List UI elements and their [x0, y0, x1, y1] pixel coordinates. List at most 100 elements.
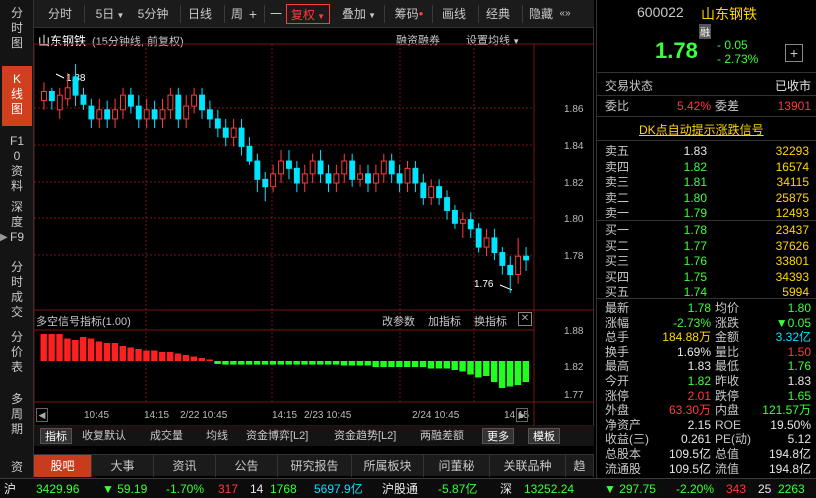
- stat-label: 量比: [715, 344, 740, 359]
- stat-value: 121.57万: [762, 403, 811, 418]
- signal-link[interactable]: DK点自动提示涨跌信号: [639, 121, 764, 138]
- tab-events[interactable]: 大事: [92, 455, 154, 477]
- zoom-in-button[interactable]: +: [244, 4, 262, 24]
- ask-row[interactable]: 卖二 1.80 25875: [597, 190, 816, 206]
- overlay-dropdown[interactable]: 叠加 ▼: [338, 4, 380, 24]
- level-volume: 37626: [775, 238, 809, 253]
- indicator-bar: [459, 361, 466, 372]
- sz-change: ▼ 297.75: [604, 482, 656, 496]
- stat-label: ROE: [715, 417, 742, 432]
- tab-volume[interactable]: 成交量: [150, 428, 183, 444]
- candle-body: [222, 127, 229, 138]
- draw-line-button[interactable]: 画线: [438, 4, 470, 24]
- tab-indicator[interactable]: 指标: [40, 428, 72, 444]
- tab-margin-diff[interactable]: 两融差额: [420, 428, 464, 444]
- add-indicator-button[interactable]: 加指标: [428, 313, 461, 329]
- indicator-bar: [317, 361, 324, 365]
- hgt-label[interactable]: 沪股通: [382, 481, 418, 497]
- tab-week[interactable]: 周: [230, 4, 244, 24]
- bid-row[interactable]: 买二 1.77 37626: [597, 238, 816, 254]
- candle-body: [72, 76, 79, 96]
- candle-body: [88, 105, 95, 120]
- chips-button[interactable]: 筹码●: [390, 4, 428, 24]
- sidebar-item-fund[interactable]: 资: [2, 460, 32, 476]
- tab-research[interactable]: 研究报告: [278, 455, 352, 477]
- candle-body: [404, 167, 411, 184]
- edit-params-button[interactable]: 改参数: [382, 313, 415, 329]
- tab-guba[interactable]: 股吧: [34, 455, 92, 477]
- indicator-bar: [498, 361, 506, 388]
- toolbar-divider: [180, 5, 181, 23]
- tab-announcements[interactable]: 公告: [216, 455, 278, 477]
- zoom-out-button[interactable]: 一: [268, 4, 284, 24]
- ask-row[interactable]: 卖五 1.83 32293: [597, 143, 816, 159]
- tab-fund-game[interactable]: 资金博弈[L2]: [246, 428, 308, 444]
- tab-day[interactable]: 日线: [184, 4, 216, 24]
- tab-trend[interactable]: 趋: [566, 455, 594, 477]
- sz-up-count: 343: [726, 482, 747, 496]
- candle-body: [80, 94, 87, 105]
- collapse-arrow-icon[interactable]: ▶: [0, 232, 8, 248]
- classic-button[interactable]: 经典: [482, 4, 514, 24]
- bid-row[interactable]: 买三 1.76 33801: [597, 253, 816, 269]
- tab-news[interactable]: 资讯: [154, 455, 216, 477]
- hide-button[interactable]: 隐藏: [526, 4, 556, 24]
- sidebar-item-multi-period[interactable]: 多周期: [2, 392, 32, 444]
- indicator-bar: [419, 361, 427, 367]
- indicator-bar: [182, 355, 190, 361]
- stat-value: ▼0.05: [775, 315, 811, 330]
- indicator-bar: [245, 361, 253, 365]
- tab-fenshi[interactable]: 分时: [44, 4, 76, 24]
- ask-row[interactable]: 卖三 1.81 34115: [597, 174, 816, 190]
- indicator-bar: [411, 361, 419, 367]
- high-marker-line: [55, 73, 65, 79]
- indicator-bar: [404, 361, 411, 367]
- sidebar-item-price-table[interactable]: 分价表: [2, 330, 32, 382]
- indicator-bar: [372, 361, 379, 367]
- sidebar-item-fenshi[interactable]: 分时图: [2, 6, 32, 58]
- indicator-bar: [214, 361, 221, 364]
- tab-restore-default[interactable]: 收复默认: [82, 428, 126, 444]
- indicator-bar: [56, 334, 63, 361]
- tab-fund-trend[interactable]: 资金趋势[L2]: [334, 428, 396, 444]
- template-button[interactable]: 模板: [528, 428, 560, 444]
- level-price: 1.75: [683, 269, 707, 284]
- sidebar-item-trades[interactable]: 分时成交: [2, 260, 32, 320]
- stat-label: 涨幅: [605, 315, 630, 330]
- switch-indicator-button[interactable]: 换指标: [474, 313, 507, 329]
- ask-row[interactable]: 卖四 1.82 16574: [597, 159, 816, 175]
- candle-body: [254, 160, 261, 180]
- sidebar-item-f10[interactable]: F10资料: [2, 134, 32, 193]
- stat-row: 外盘 63.30万 内盘 121.57万: [597, 402, 816, 418]
- bid-row[interactable]: 买一 1.78 23437: [597, 222, 816, 238]
- tab-related[interactable]: 关联品种: [490, 455, 566, 477]
- stat-row: 涨停 2.01 跌停 1.65: [597, 388, 816, 404]
- close-indicator-icon[interactable]: ✕: [518, 312, 532, 326]
- stat-value: 63.30万: [668, 403, 711, 418]
- stat-label: 内盘: [715, 403, 740, 418]
- ask-row[interactable]: 卖一 1.79 12493: [597, 205, 816, 221]
- indicator-bar: [427, 361, 435, 369]
- bid-row[interactable]: 买四 1.75 34393: [597, 269, 816, 285]
- price-tick-label: 1.84: [564, 141, 584, 152]
- sidebar-item-kline[interactable]: K线图: [2, 66, 32, 126]
- more-button[interactable]: 更多: [482, 428, 514, 444]
- scroll-right-icon[interactable]: ▶: [516, 408, 528, 422]
- time-label: 14:15: [144, 410, 169, 421]
- kline-chart-area[interactable]: 山东钢铁 (15分钟线, 前复权) 融资融券 设置均线 ▼ 1.86 1.84 …: [34, 28, 594, 426]
- tab-ma[interactable]: 均线: [206, 428, 228, 444]
- expand-icon[interactable]: «»: [558, 4, 572, 24]
- scroll-left-icon[interactable]: ◀: [36, 408, 48, 422]
- candle-body: [483, 237, 490, 248]
- indicator-bar: [451, 361, 458, 370]
- stat-value: 1.78: [687, 301, 711, 315]
- indicator-bar: [48, 334, 55, 361]
- tab-five-min[interactable]: 5分钟: [134, 4, 172, 24]
- tab-ask-secretary[interactable]: 问董秘: [424, 455, 490, 477]
- tab-five-day[interactable]: 5日 ▼: [90, 4, 130, 24]
- fuquan-dropdown[interactable]: 复权 ▼: [286, 4, 330, 24]
- candle-body: [135, 105, 142, 120]
- add-watchlist-button[interactable]: +: [785, 44, 803, 62]
- tab-sectors[interactable]: 所属板块: [352, 455, 424, 477]
- candle-body: [41, 90, 47, 102]
